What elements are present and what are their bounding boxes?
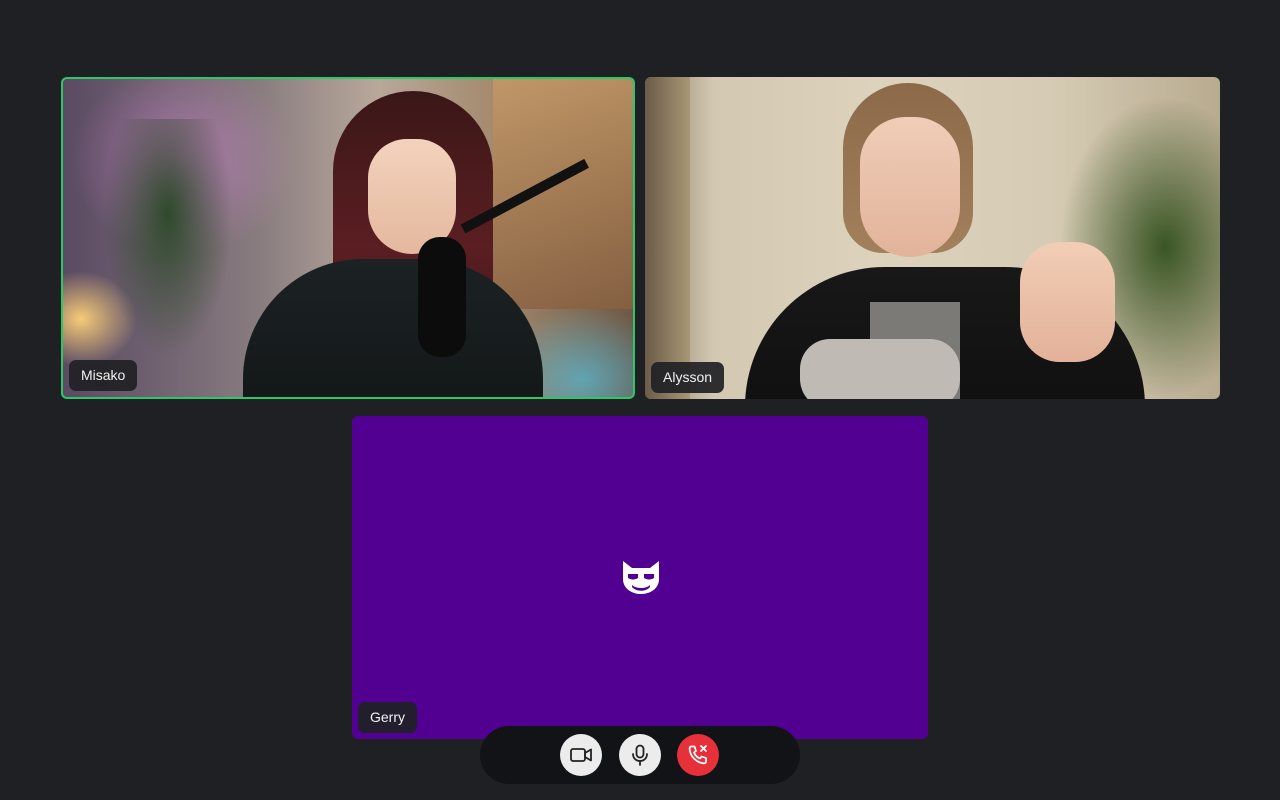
video-call-stage: Misako Alysson Gerry — [0, 0, 1280, 800]
participant-name-tag: Gerry — [358, 702, 417, 733]
participant-name-tag: Alysson — [651, 362, 725, 393]
participant-tile-alysson[interactable]: Alysson — [645, 77, 1220, 399]
background-door — [645, 77, 690, 399]
video-camera-icon — [570, 748, 592, 762]
end-call-button[interactable] — [677, 734, 719, 776]
call-controls-bar — [480, 726, 800, 784]
background-shelf — [493, 79, 633, 309]
microphone-toggle-button[interactable] — [619, 734, 661, 776]
participant-video-hand — [1020, 242, 1115, 362]
studio-microphone — [418, 237, 466, 357]
phone-hangup-icon — [688, 745, 707, 765]
camera-toggle-button[interactable] — [560, 734, 602, 776]
participant-tile-gerry[interactable]: Gerry — [352, 416, 928, 739]
participant-video-sleeve — [800, 339, 960, 399]
microphone-icon — [632, 744, 648, 766]
participant-video-face — [860, 117, 960, 257]
background-plant — [103, 119, 233, 359]
participant-tile-misako[interactable]: Misako — [61, 77, 635, 399]
participant-name-tag: Misako — [69, 360, 138, 391]
cat-avatar-icon — [623, 561, 659, 594]
